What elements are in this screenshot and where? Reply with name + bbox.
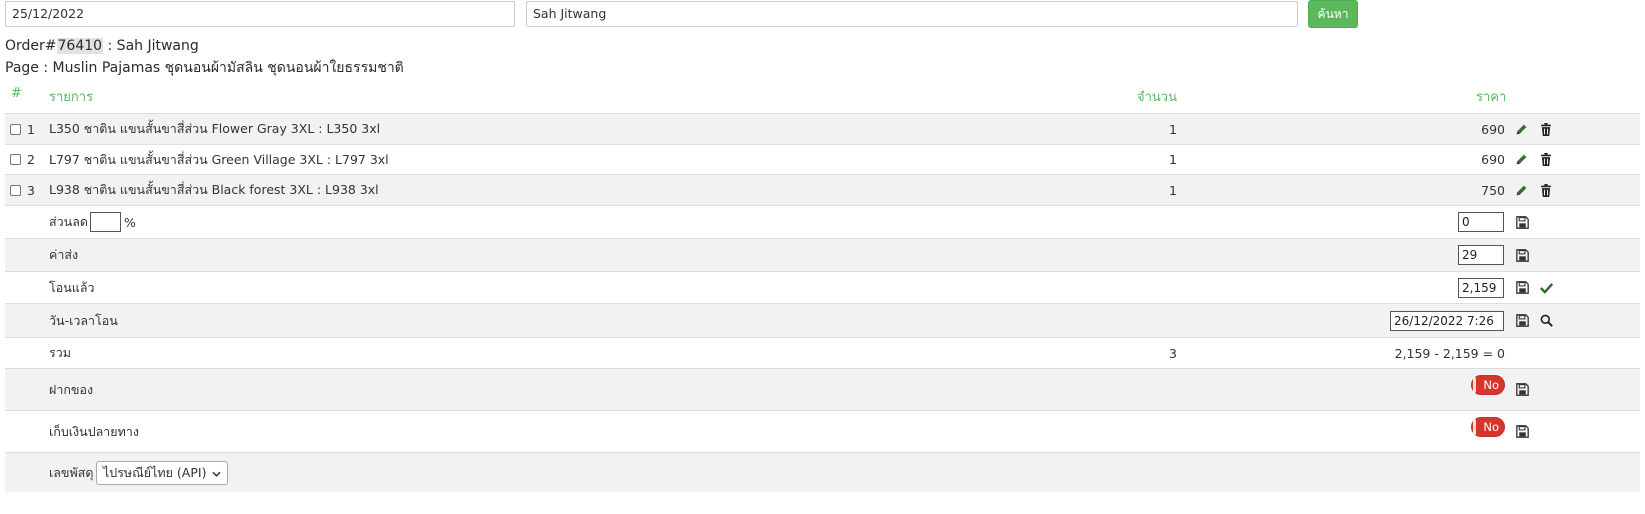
header-index: # <box>11 86 22 101</box>
row-price: 690 <box>1481 121 1505 137</box>
table-row: 3 L938 ชาติน แขนสั้นขาสี่ส่วน Black fore… <box>5 174 1640 205</box>
deposit-toggle-text: No <box>1483 378 1499 392</box>
date-input[interactable]: 25/12/2022 <box>5 1 515 27</box>
trash-icon[interactable] <box>1539 183 1553 197</box>
paid-label: โอนแล้ว <box>49 279 95 295</box>
total-row: รวม 3 2,159 - 2,159 = 0 <box>5 337 1640 368</box>
save-icon[interactable] <box>1515 314 1529 328</box>
row-price: 750 <box>1481 182 1505 198</box>
row-index: 3 <box>27 182 35 198</box>
cod-toggle-text: No <box>1483 420 1499 434</box>
percent-sign: % <box>124 214 136 230</box>
carrier-select[interactable]: ไปรษณีย์ไทย (API) <box>96 460 229 485</box>
shipping-row: ค่าส่ง 29 <box>5 238 1640 271</box>
row-checkbox[interactable] <box>10 123 21 135</box>
table-row: 1 L350 ชาติน แขนสั้นขาสี่ส่วน Flower Gra… <box>5 113 1640 144</box>
order-number: 76410 <box>56 38 104 54</box>
row-qty: 1 <box>1169 182 1177 198</box>
shipping-label: ค่าส่ง <box>49 247 79 262</box>
total-calculation: 2,159 - 2,159 = 0 <box>1394 345 1505 361</box>
discount-amount-input[interactable]: 0 <box>1458 212 1504 232</box>
order-customer: : Sah Jitwang <box>107 38 199 54</box>
save-icon[interactable] <box>1515 425 1529 439</box>
carrier-selected-value: ไปรษณีย์ไทย (API) <box>103 464 207 480</box>
discount-label: ส่วนลด <box>49 214 88 229</box>
page-line: Page : Muslin Pajamas ชุดนอนผ้ามัสลิน ชุ… <box>5 60 404 76</box>
search-icon[interactable] <box>1539 314 1553 328</box>
paid-datetime-input[interactable]: 26/12/2022 7:26 <box>1390 310 1504 331</box>
customer-name-input[interactable]: Sah Jitwang <box>526 1 1298 27</box>
row-item-name: L797 ชาติน แขนสั้นขาสี่ส่วน Green Villag… <box>49 151 389 167</box>
row-qty: 1 <box>1169 152 1177 167</box>
save-icon[interactable] <box>1515 248 1529 262</box>
discount-percent-input[interactable] <box>90 212 121 232</box>
order-title: Order#76410 : Sah Jitwang <box>5 38 199 54</box>
total-qty: 3 <box>1169 345 1177 361</box>
row-index: 2 <box>27 152 35 167</box>
row-checkbox[interactable] <box>10 184 21 196</box>
save-icon[interactable] <box>1515 215 1529 229</box>
save-icon[interactable] <box>1515 383 1529 397</box>
search-button[interactable]: ค้นหา <box>1308 0 1358 28</box>
paid-amount-input[interactable]: 2,159 <box>1458 277 1504 298</box>
row-index: 1 <box>27 121 35 137</box>
cod-row: เก็บเงินปลายทาง No <box>5 410 1640 452</box>
table-row: 2 L797 ชาติน แขนสั้นขาสี่ส่วน Green Vill… <box>5 144 1640 174</box>
paid-row: โอนแล้ว 2,159 <box>5 271 1640 303</box>
row-item-name: L938 ชาติน แขนสั้นขาสี่ส่วน Black forest… <box>49 182 379 197</box>
paid-datetime-label: วัน-เวลาโอน <box>49 312 118 328</box>
trash-icon[interactable] <box>1539 153 1553 167</box>
cod-toggle[interactable]: No <box>1471 417 1505 437</box>
save-icon[interactable] <box>1515 281 1529 295</box>
tracking-row: เลขพัสดุ ไปรษณีย์ไทย (API) <box>5 452 1640 492</box>
pencil-icon[interactable] <box>1514 183 1528 197</box>
deposit-row: ฝากของ No <box>5 368 1640 410</box>
order-prefix: Order# <box>5 38 57 54</box>
header-qty: จำนวน <box>1137 90 1177 105</box>
discount-row: ส่วนลด % 0 <box>5 205 1640 238</box>
trash-icon[interactable] <box>1539 122 1553 136</box>
chevron-down-icon <box>212 465 222 480</box>
cod-label: เก็บเงินปลายทาง <box>49 423 139 439</box>
pencil-icon[interactable] <box>1514 153 1528 167</box>
header-item: รายการ <box>49 90 94 105</box>
row-qty: 1 <box>1169 121 1177 137</box>
deposit-label: ฝากของ <box>49 381 94 397</box>
shipping-input[interactable]: 29 <box>1458 245 1504 265</box>
row-checkbox[interactable] <box>10 154 21 165</box>
deposit-toggle[interactable]: No <box>1471 375 1505 395</box>
tracking-label: เลขพัสดุ <box>49 464 94 480</box>
header-price: ราคา <box>1476 90 1507 105</box>
paid-datetime-row: วัน-เวลาโอน 26/12/2022 7:26 <box>5 303 1640 337</box>
pencil-icon[interactable] <box>1514 122 1528 136</box>
check-icon[interactable] <box>1539 281 1553 295</box>
row-item-name: L350 ชาติน แขนสั้นขาสี่ส่วน Flower Gray … <box>49 121 381 136</box>
total-label: รวม <box>49 345 71 360</box>
row-price: 690 <box>1481 152 1505 167</box>
